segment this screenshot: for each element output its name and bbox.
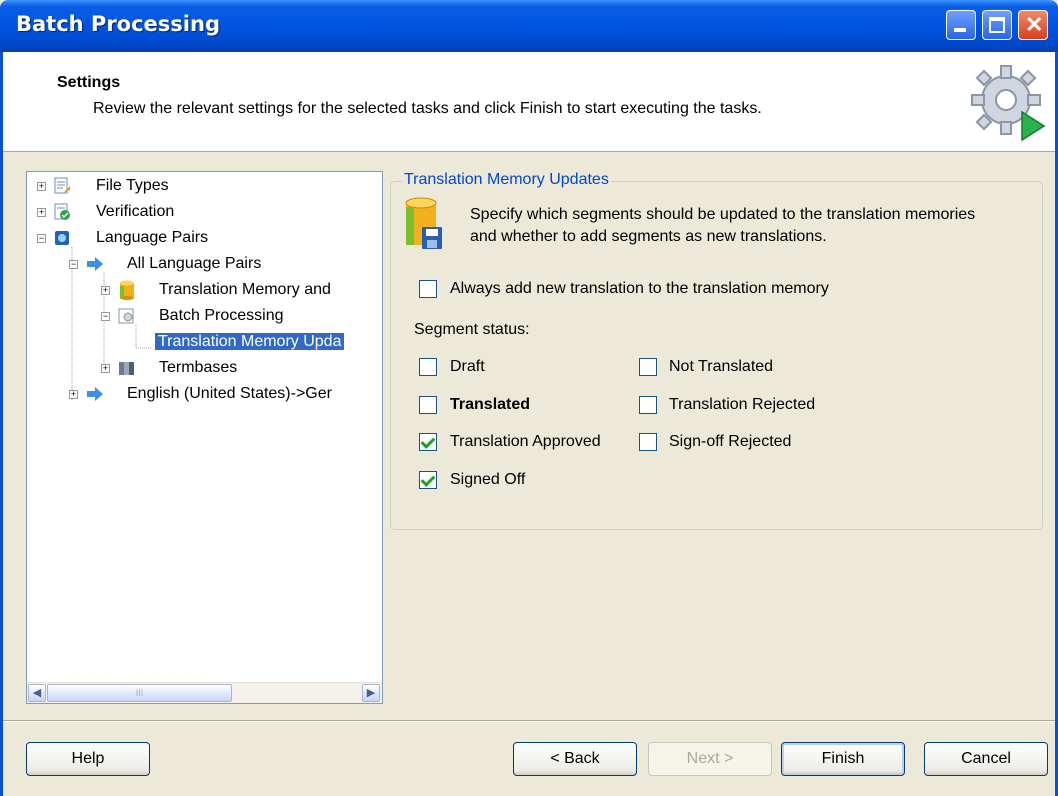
next-button[interactable]: Next > bbox=[648, 742, 772, 776]
arrow-icon bbox=[87, 387, 103, 401]
expand-icon[interactable]: + bbox=[101, 364, 110, 373]
tree-item-label: All Language Pairs bbox=[127, 255, 262, 272]
tree-item-translation-memory-updates[interactable]: Translation Memory Upda bbox=[155, 331, 345, 353]
tree-item-label: English (United States)->Ger bbox=[127, 385, 332, 402]
scroll-left-button[interactable]: ◀ bbox=[28, 684, 46, 702]
signed-off-label: Signed Off bbox=[450, 471, 526, 488]
database-save-icon bbox=[405, 197, 442, 249]
translation-rejected-checkbox[interactable] bbox=[639, 396, 657, 414]
always-add-label: Always add new translation to the transl… bbox=[450, 280, 829, 297]
not-translated-checkbox[interactable] bbox=[639, 358, 657, 376]
tree-item-label: Verification bbox=[96, 203, 175, 220]
translated-checkbox[interactable] bbox=[419, 396, 437, 414]
chevron-right-icon: ▶ bbox=[366, 687, 376, 699]
file-types-icon bbox=[54, 177, 70, 194]
page-title: Settings bbox=[57, 74, 121, 91]
scroll-thumb[interactable]: III bbox=[47, 684, 232, 702]
draft-label: Draft bbox=[450, 358, 485, 375]
back-button[interactable]: < Back bbox=[513, 742, 637, 776]
tree-item-label: Termbases bbox=[159, 359, 238, 376]
minimize-icon bbox=[954, 28, 966, 32]
segment-status-label: Segment status: bbox=[414, 321, 530, 338]
tree-horizontal-scrollbar[interactable]: ◀ III ▶ bbox=[27, 682, 382, 703]
cancel-button[interactable]: Cancel bbox=[924, 742, 1048, 776]
expand-icon[interactable]: + bbox=[69, 390, 78, 399]
termbase-icon bbox=[119, 362, 134, 375]
collapse-icon[interactable]: − bbox=[69, 260, 78, 269]
collapse-icon[interactable]: − bbox=[101, 312, 110, 321]
page-description: Review the relevant settings for the sel… bbox=[93, 100, 762, 117]
settings-tree[interactable]: + File Types + Verification − Language P… bbox=[26, 171, 383, 704]
database-icon bbox=[120, 280, 134, 300]
language-pairs-icon bbox=[55, 231, 69, 245]
translation-rejected-label: Translation Rejected bbox=[669, 396, 816, 413]
chevron-left-icon: ◀ bbox=[32, 687, 42, 699]
finish-button[interactable]: Finish bbox=[781, 742, 905, 776]
footer-separator bbox=[3, 720, 1055, 722]
tree-item-label: Batch Processing bbox=[159, 307, 284, 324]
minimize-button[interactable] bbox=[946, 10, 976, 40]
expand-icon[interactable]: + bbox=[37, 208, 46, 217]
translated-label: Translated bbox=[450, 396, 531, 413]
group-legend: Translation Memory Updates bbox=[402, 171, 611, 189]
maximize-button[interactable] bbox=[982, 10, 1012, 40]
sign-off-rejected-checkbox[interactable] bbox=[639, 433, 657, 451]
close-button[interactable]: ✕ bbox=[1018, 10, 1048, 40]
collapse-icon[interactable]: − bbox=[37, 234, 46, 243]
maximize-icon bbox=[989, 17, 1005, 33]
verification-icon bbox=[54, 203, 70, 220]
draft-checkbox[interactable] bbox=[419, 358, 437, 376]
arrow-icon bbox=[87, 257, 103, 271]
batch-processing-window: Batch Processing ✕ Settings Review the r… bbox=[0, 0, 1058, 796]
tree-item-label: Language Pairs bbox=[96, 229, 209, 246]
wizard-header: Settings Review the relevant settings fo… bbox=[3, 52, 1055, 152]
window-title: Batch Processing bbox=[16, 12, 220, 36]
signed-off-checkbox[interactable] bbox=[419, 471, 437, 489]
sign-off-rejected-label: Sign-off Rejected bbox=[669, 433, 792, 450]
help-button[interactable]: Help bbox=[26, 742, 150, 776]
tree-item-label: File Types bbox=[96, 177, 169, 194]
close-icon: ✕ bbox=[1025, 12, 1044, 37]
batch-processing-icon bbox=[118, 308, 134, 324]
gear-icon bbox=[971, 65, 1046, 142]
expand-icon[interactable]: + bbox=[37, 182, 46, 191]
panel-description-line1: Specify which segments should be updated… bbox=[470, 206, 976, 223]
tree-item-label: Translation Memory and bbox=[159, 281, 331, 298]
panel-description-line2: and whether to add segments as new trans… bbox=[470, 228, 827, 245]
scroll-right-button[interactable]: ▶ bbox=[362, 684, 380, 702]
translation-approved-checkbox[interactable] bbox=[419, 433, 437, 451]
always-add-checkbox[interactable] bbox=[419, 280, 437, 298]
tree-item-label: Translation Memory Upda bbox=[155, 333, 345, 350]
window-border-left bbox=[0, 52, 3, 796]
title-bar[interactable]: Batch Processing ✕ bbox=[0, 0, 1058, 52]
expand-icon[interactable]: + bbox=[101, 286, 110, 295]
not-translated-label: Not Translated bbox=[669, 358, 774, 375]
translation-approved-label: Translation Approved bbox=[450, 433, 601, 450]
